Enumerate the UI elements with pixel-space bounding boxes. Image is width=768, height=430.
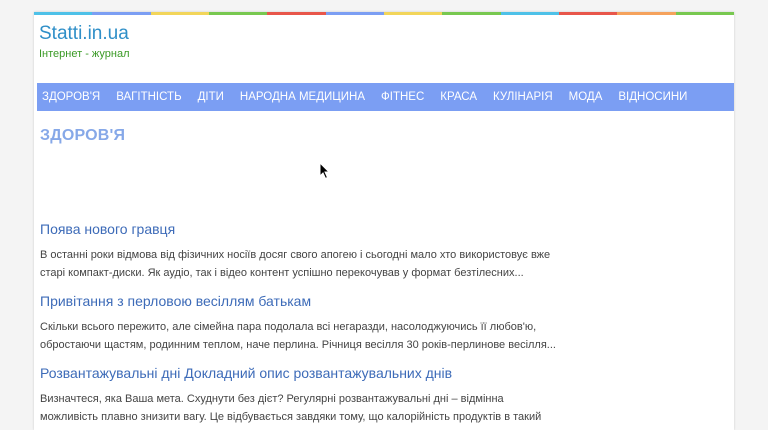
stripe-segment <box>208 12 268 15</box>
article-excerpt: В останні роки відмова від фізичних носі… <box>40 249 551 279</box>
site-title-link[interactable]: Statti.in.ua <box>39 23 129 45</box>
site-header: Statti.in.ua Інтернет - журнал <box>34 15 734 83</box>
article-list: Поява нового гравця В останні роки відмо… <box>34 220 560 430</box>
article-title-link[interactable]: Поява нового гравця <box>40 220 175 238</box>
stripe-segment <box>325 12 384 15</box>
stripe-segment <box>442 12 501 15</box>
nav-item-kulinariya[interactable]: КУЛІНАРІЯ <box>485 83 561 111</box>
stripe-segment <box>383 12 443 15</box>
nav-item-vagitnist[interactable]: ВАГІТНІСТЬ <box>108 83 189 111</box>
nav-item-moda[interactable]: МОДА <box>561 83 611 111</box>
main-navigation: ЗДОРОВ'Я ВАГІТНІСТЬ ДІТИ НАРОДНА МЕДИЦИН… <box>37 83 734 111</box>
section-title: ЗДОРОВ'Я <box>40 127 126 144</box>
page-container: Statti.in.ua Інтернет - журнал ЗДОРОВ'Я … <box>34 12 734 430</box>
stripe-segment <box>558 12 618 15</box>
nav-item-zdorovya[interactable]: ЗДОРОВ'Я <box>42 83 108 111</box>
color-stripe <box>34 12 734 15</box>
article-item: Розвантажувальні дні Докладний опис розв… <box>40 364 560 430</box>
nav-item-fitnes[interactable]: ФІТНЕС <box>373 83 432 111</box>
article-item: Поява нового гравця В останні роки відмо… <box>40 220 560 282</box>
stripe-segment <box>617 12 676 15</box>
stripe-segment <box>267 12 326 15</box>
article-title-link[interactable]: Привітання з перловою весіллям батькам <box>40 292 311 310</box>
mouse-pointer-icon <box>319 162 331 180</box>
stripe-segment <box>34 12 93 15</box>
article-title-link[interactable]: Розвантажувальні дні Докладний опис розв… <box>40 364 452 382</box>
nav-item-dity[interactable]: ДІТИ <box>190 83 232 111</box>
stripe-segment <box>150 12 209 15</box>
article-excerpt: Визначтеся, яка Ваша мета. Схуднути без … <box>40 393 542 430</box>
site-subtitle: Інтернет - журнал <box>39 48 130 60</box>
article-excerpt: Скільки всього пережито, але сімейна пар… <box>40 321 556 351</box>
nav-item-narodna-medytsyna[interactable]: НАРОДНА МЕДИЦИНА <box>232 83 373 111</box>
nav-item-vidnosyny[interactable]: ВІДНОСИНИ <box>610 83 695 111</box>
stripe-segment <box>500 12 559 15</box>
stripe-segment <box>92 12 151 15</box>
stripe-segment <box>675 12 734 15</box>
article-item: Привітання з перловою весіллям батькам С… <box>40 292 560 354</box>
nav-item-krasa[interactable]: КРАСА <box>432 83 485 111</box>
